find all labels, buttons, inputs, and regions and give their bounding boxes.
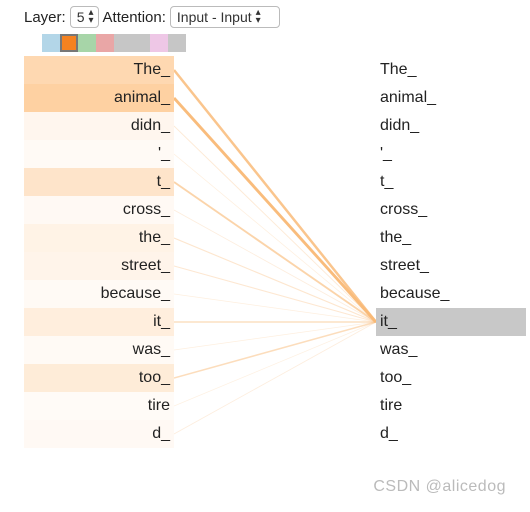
head-swatch-3[interactable] xyxy=(96,34,114,52)
source-token-column: The_animal_didn_'_t_cross_the_street_bec… xyxy=(24,56,174,448)
target-token[interactable]: cross_ xyxy=(376,196,526,224)
head-swatch-5[interactable] xyxy=(132,34,150,52)
source-token[interactable]: it_ xyxy=(24,308,174,336)
attention-lines xyxy=(174,56,376,504)
target-token[interactable]: because_ xyxy=(376,280,526,308)
attention-line xyxy=(174,210,376,322)
layer-select-value: 5 xyxy=(77,9,85,25)
attention-line xyxy=(174,238,376,322)
attention-line xyxy=(174,98,376,322)
target-token[interactable]: was_ xyxy=(376,336,526,364)
attention-line xyxy=(174,322,376,378)
attention-select-value: Input - Input xyxy=(177,9,252,25)
source-token[interactable]: t_ xyxy=(24,168,174,196)
source-token[interactable]: tire xyxy=(24,392,174,420)
head-swatch-4[interactable] xyxy=(114,34,132,52)
source-token[interactable]: cross_ xyxy=(24,196,174,224)
attention-line xyxy=(174,322,376,434)
attention-line xyxy=(174,322,376,406)
source-token[interactable]: street_ xyxy=(24,252,174,280)
head-swatches xyxy=(42,34,186,52)
target-token[interactable]: animal_ xyxy=(376,84,526,112)
attention-line xyxy=(174,182,376,322)
attention-select[interactable]: Input - Input ▴▾ xyxy=(170,6,280,28)
source-token[interactable]: '_ xyxy=(24,140,174,168)
source-token[interactable]: because_ xyxy=(24,280,174,308)
attention-line xyxy=(174,322,376,350)
source-token[interactable]: was_ xyxy=(24,336,174,364)
attention-line xyxy=(174,126,376,322)
source-token[interactable]: d_ xyxy=(24,420,174,448)
target-token[interactable]: The_ xyxy=(376,56,526,84)
layer-select[interactable]: 5 ▴▾ xyxy=(70,6,99,28)
source-token[interactable]: didn_ xyxy=(24,112,174,140)
updown-icon: ▴▾ xyxy=(256,9,261,25)
source-token[interactable]: The_ xyxy=(24,56,174,84)
target-token-column: The_animal_didn_'_t_cross_the_street_bec… xyxy=(376,56,526,448)
target-token[interactable]: street_ xyxy=(376,252,526,280)
target-token[interactable]: d_ xyxy=(376,420,526,448)
updown-icon: ▴▾ xyxy=(89,9,94,25)
target-token[interactable]: the_ xyxy=(376,224,526,252)
head-swatch-0[interactable] xyxy=(42,34,60,52)
attention-label: Attention: xyxy=(103,9,166,26)
attention-line xyxy=(174,70,376,322)
head-swatch-2[interactable] xyxy=(78,34,96,52)
target-token[interactable]: didn_ xyxy=(376,112,526,140)
watermark-text: CSDN @alicedog xyxy=(373,478,506,496)
target-token[interactable]: too_ xyxy=(376,364,526,392)
source-token[interactable]: the_ xyxy=(24,224,174,252)
target-token[interactable]: tire xyxy=(376,392,526,420)
target-token[interactable]: '_ xyxy=(376,140,526,168)
controls-bar: Layer: 5 ▴▾ Attention: Input - Input ▴▾ xyxy=(24,6,280,28)
attention-line xyxy=(174,154,376,322)
head-swatch-6[interactable] xyxy=(150,34,168,52)
source-token[interactable]: animal_ xyxy=(24,84,174,112)
attention-line xyxy=(174,294,376,322)
target-token[interactable]: t_ xyxy=(376,168,526,196)
layer-label: Layer: xyxy=(24,9,66,26)
head-swatch-7[interactable] xyxy=(168,34,186,52)
head-swatch-1[interactable] xyxy=(60,34,78,52)
attention-line xyxy=(174,266,376,322)
source-token[interactable]: too_ xyxy=(24,364,174,392)
target-token[interactable]: it_ xyxy=(376,308,526,336)
